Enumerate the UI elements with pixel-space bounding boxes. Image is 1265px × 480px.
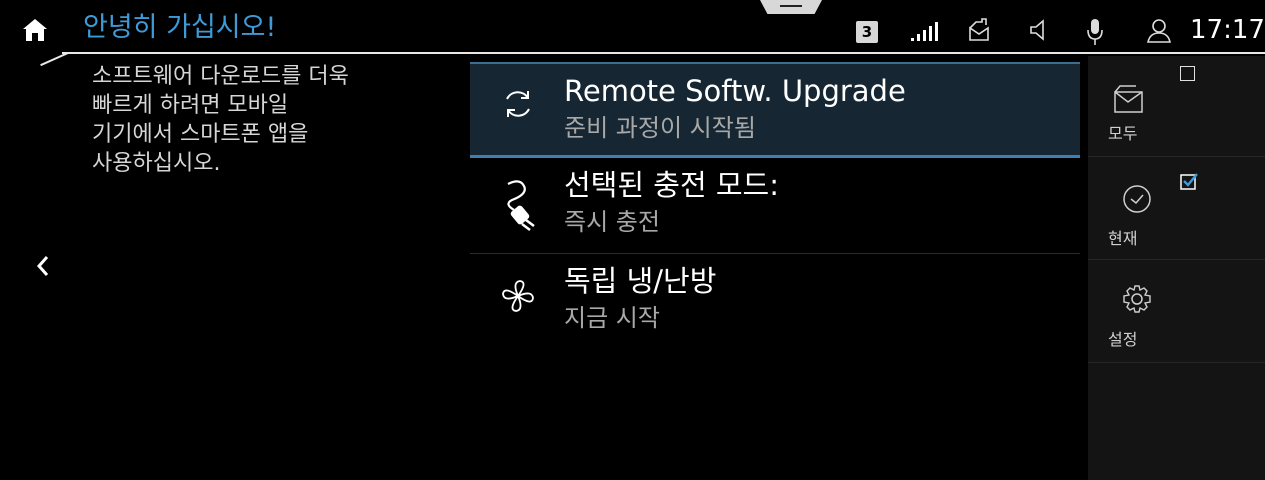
charging-plug-icon (507, 180, 535, 231)
sidebar-item-label: 현재 (1108, 229, 1138, 248)
speaker-icon (1030, 19, 1044, 41)
sidebar-item-current[interactable]: 현재 (1088, 159, 1265, 260)
checkbox-checked-icon[interactable] (1180, 172, 1198, 190)
gear-icon (1123, 285, 1151, 313)
user-icon[interactable] (1146, 18, 1172, 44)
home-icon[interactable] (22, 18, 48, 42)
header-divider (62, 52, 1265, 54)
greeting-title: 안녕히 가십시오! (83, 12, 277, 43)
sidebar-item-all[interactable]: 모두 (1088, 56, 1265, 157)
clock: 17:17 (1190, 15, 1265, 45)
list-item-climate-control[interactable]: 독립 냉/난방 지금 시작 (470, 254, 1080, 350)
fan-icon (502, 280, 534, 312)
refresh-icon (506, 91, 530, 117)
right-sidebar: 모두 현재 설정 (1088, 56, 1265, 480)
sidebar-item-label: 모두 (1108, 124, 1138, 143)
list-item-subtitle: 즉시 충전 (564, 208, 660, 236)
microphone-icon[interactable] (1086, 18, 1104, 46)
pull-down-handle[interactable] (760, 0, 822, 14)
list-item-subtitle: 지금 시작 (564, 304, 660, 332)
list-item-remote-upgrade[interactable]: Remote Softw. Upgrade 준비 과정이 시작됨 (470, 62, 1080, 158)
clock-icon (1123, 185, 1151, 213)
list-item-title: 독립 냉/난방 (564, 264, 717, 298)
signal-icon (911, 22, 938, 41)
sidebar-item-label: 설정 (1108, 330, 1138, 349)
list-item-charging-mode[interactable]: 선택된 충전 모드: 즉시 충전 (470, 158, 1080, 254)
info-text: 소프트웨어 다운로드를 더욱 빠르게 하려면 모바일 기기에서 스마트폰 앱을 … (92, 64, 349, 176)
list-item-subtitle: 준비 과정이 시작됨 (564, 114, 756, 142)
list-item-title: Remote Softw. Upgrade (564, 74, 906, 108)
status-badge: 3 (856, 21, 878, 43)
sidebar-item-settings[interactable]: 설정 (1088, 262, 1265, 363)
checkbox[interactable] (1180, 66, 1195, 81)
remote-services-list: Remote Softw. Upgrade 준비 과정이 시작됨 선택된 충전 … (470, 62, 1080, 350)
list-item-title: 선택된 충전 모드: (564, 168, 779, 202)
message-icon (1114, 85, 1143, 113)
handle-line (780, 5, 802, 7)
header-divider-slope (40, 52, 69, 67)
chevron-left-icon[interactable] (36, 253, 50, 279)
status-bar: 안녕히 가십시오! 3 17:17 (0, 0, 1265, 67)
message-icon (969, 18, 989, 41)
